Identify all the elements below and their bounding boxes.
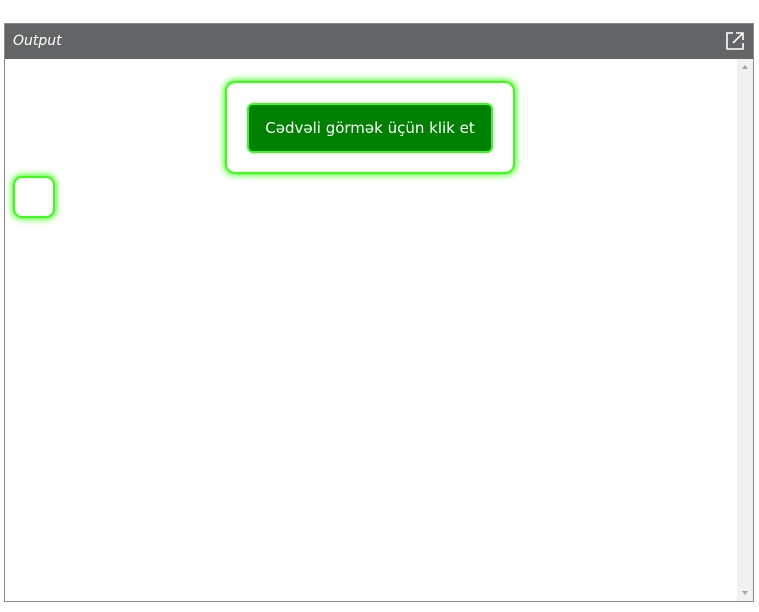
small-glow-box: [13, 176, 55, 218]
vertical-scrollbar[interactable]: [737, 59, 753, 601]
scroll-down-icon[interactable]: [742, 591, 748, 595]
output-panel: Output Cədvəli görmək üçün klik et: [4, 23, 754, 602]
external-link-icon[interactable]: [725, 31, 745, 51]
output-content: Cədvəli görmək üçün klik et: [5, 59, 753, 601]
button-container: Cədvəli görmək üçün klik et: [225, 81, 515, 174]
panel-title: Output: [13, 33, 62, 49]
show-table-button[interactable]: Cədvəli görmək üçün klik et: [247, 103, 493, 153]
scroll-up-icon[interactable]: [742, 65, 748, 69]
panel-header: Output: [5, 24, 753, 59]
